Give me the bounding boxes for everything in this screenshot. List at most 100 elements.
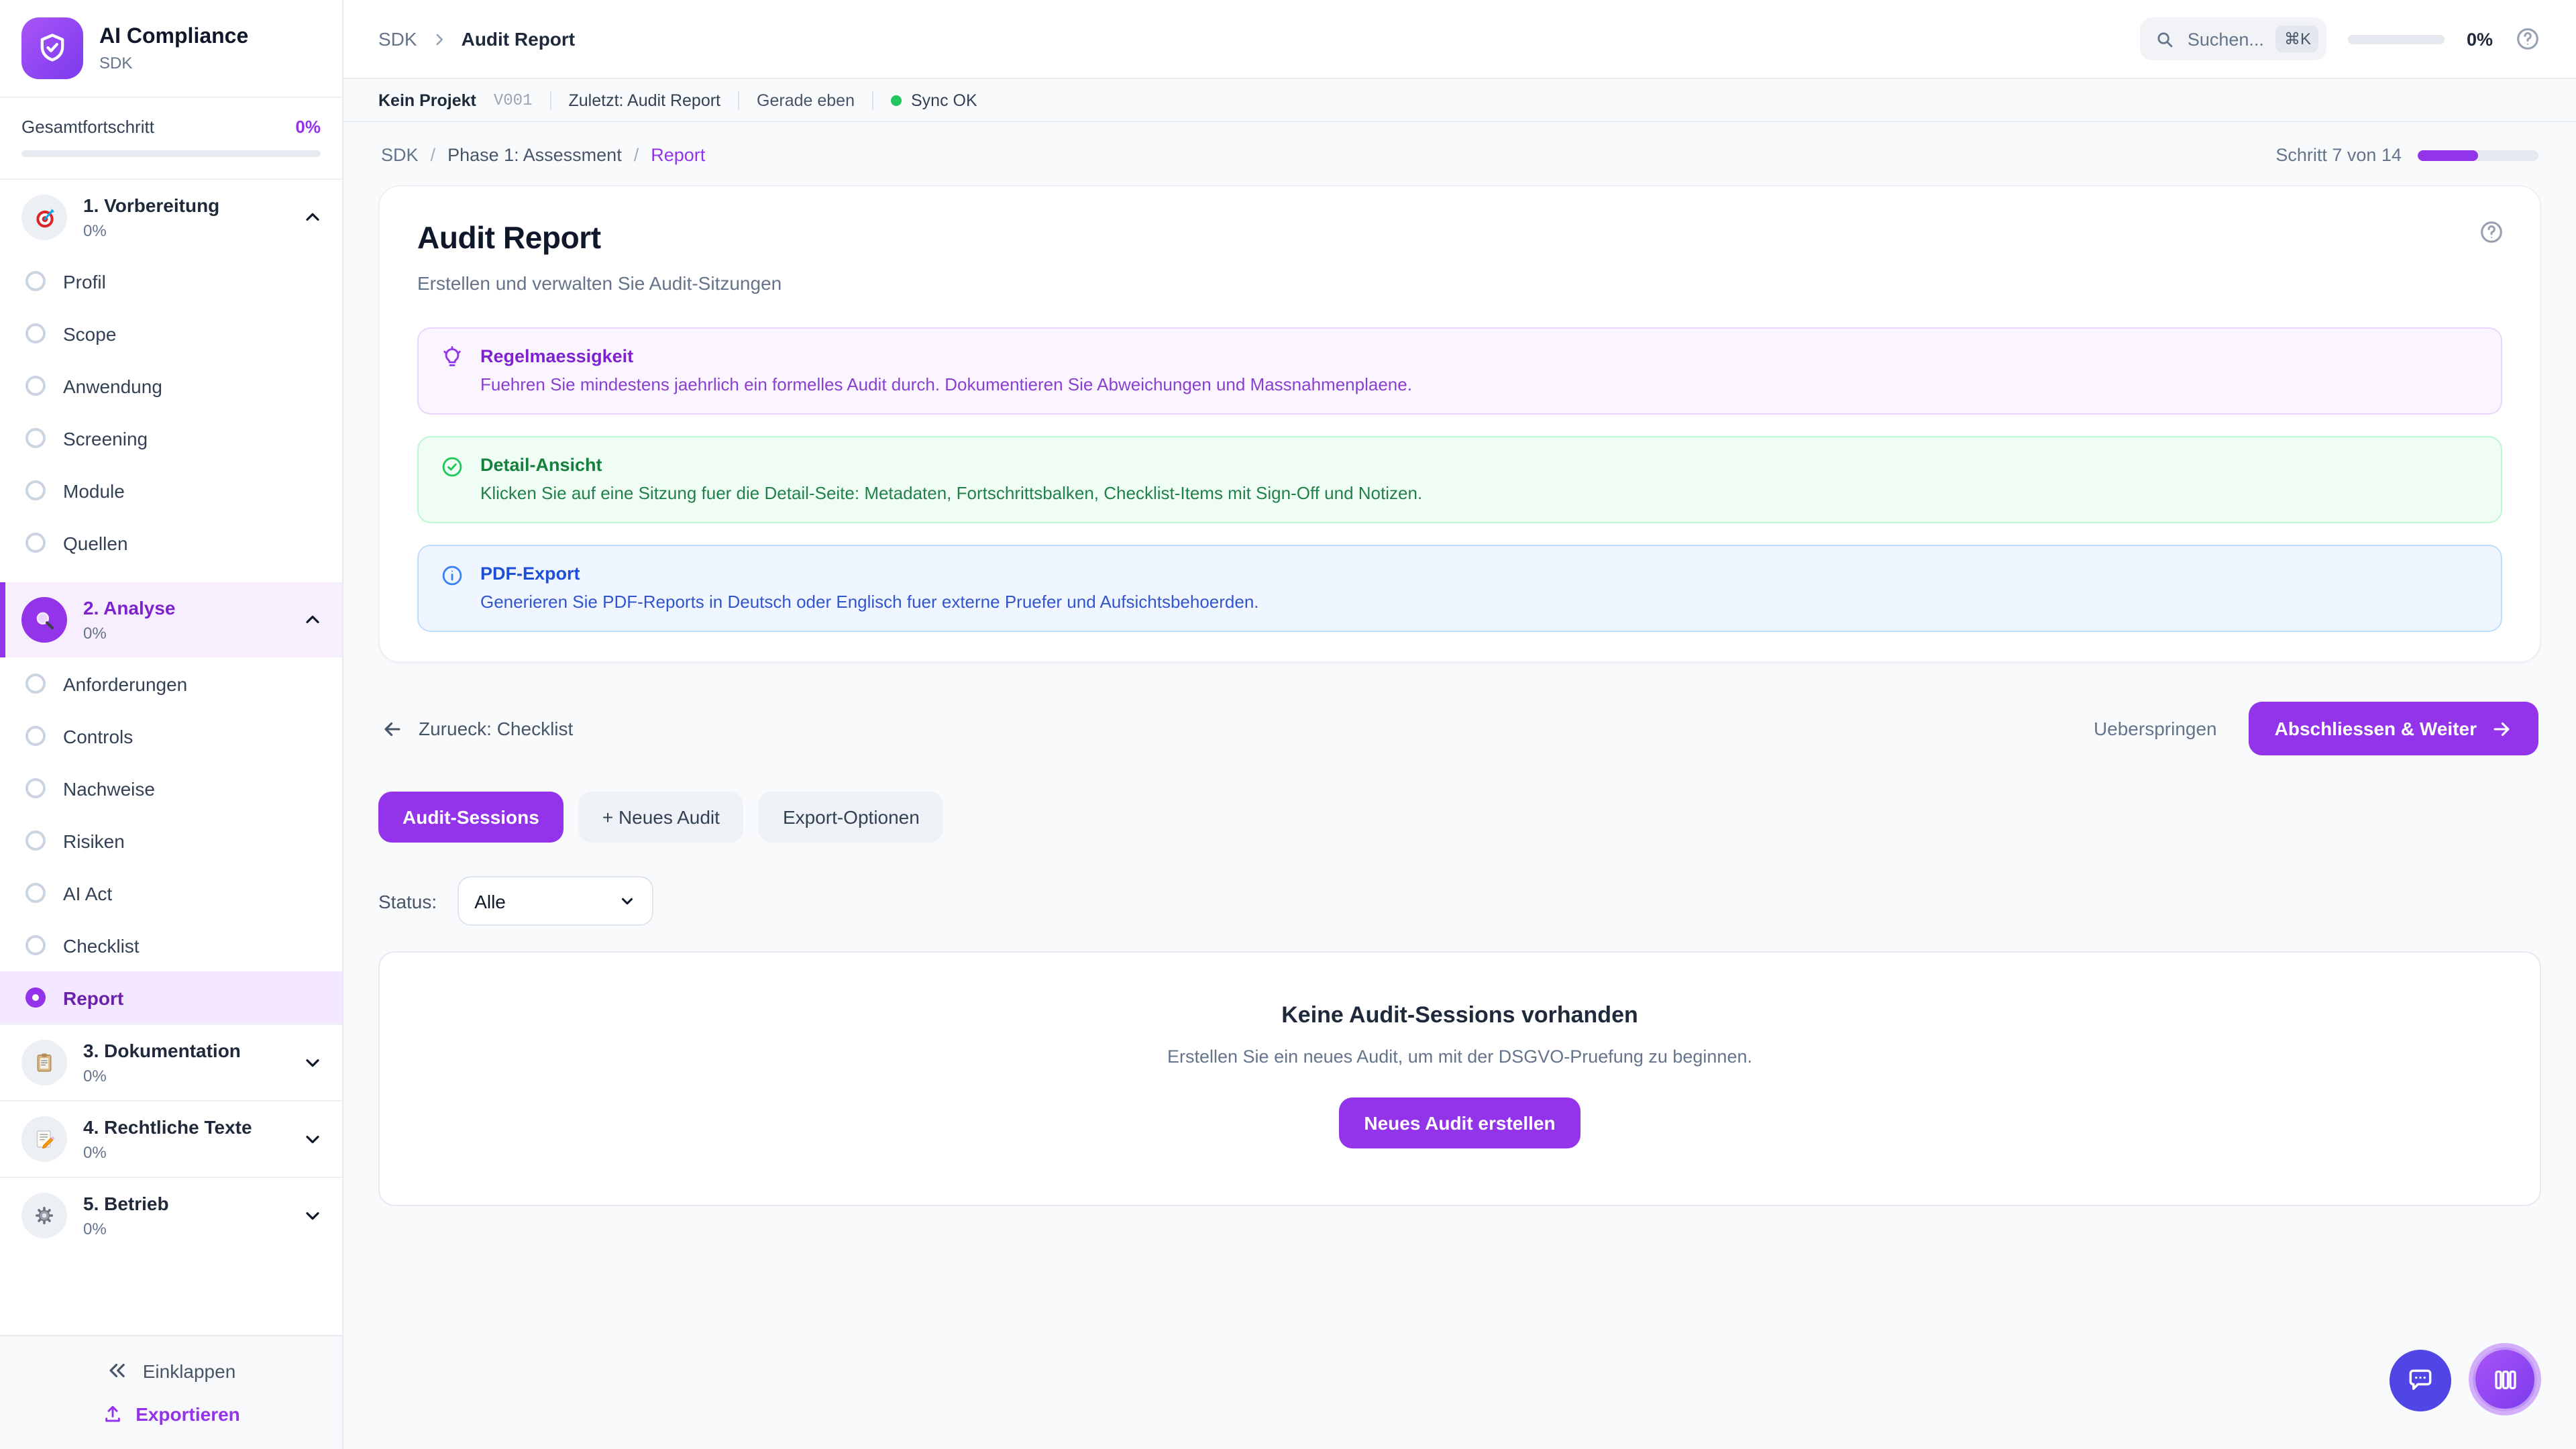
step-radio [25,323,46,343]
step-radio [25,830,46,851]
info-box-text: Fuehren Sie mindestens jaehrlich ein for… [480,374,1412,394]
target-icon [21,195,67,240]
sidebar-item-scope[interactable]: Scope [0,307,342,360]
step-progress: Schritt 7 von 14 [2275,145,2538,165]
search-placeholder: Suchen... [2188,29,2264,49]
status-filter-value: Alle [474,890,506,912]
sidebar-item-anwendung[interactable]: Anwendung [0,360,342,412]
divider [872,91,873,109]
sync-label: Sync OK [911,91,977,109]
status-filter-select[interactable]: Alle [457,876,653,926]
tab-neues-audit[interactable]: + Neues Audit [578,792,744,843]
collapse-sidebar-button[interactable]: Einklappen [21,1359,321,1382]
breadcrumb-separator: / [431,145,436,165]
board-view-fab-button[interactable] [2473,1347,2537,1411]
tab-bar: Audit-Sessions + Neues Audit Export-Opti… [378,792,2541,843]
sidebar-item-controls[interactable]: Controls [0,710,342,762]
tab-export-optionen[interactable]: Export-Optionen [759,792,944,843]
step-radio [25,674,46,694]
export-button[interactable]: Exportieren [21,1403,321,1425]
chat-bubble-icon [2406,1366,2435,1395]
sidebar-item-module[interactable]: Module [0,464,342,517]
app-logo: AI Compliance SDK [0,0,342,98]
sidebar-item-quellen[interactable]: Quellen [0,517,342,569]
sidebar: AI Compliance SDK Gesamtfortschritt 0% [0,0,343,1449]
sync-status: Sync OK [891,91,977,109]
skip-button[interactable]: Ueberspringen [2094,718,2217,739]
sidebar-item-screening[interactable]: Screening [0,412,342,464]
section-label: 1. Vorbereitung [83,195,286,217]
sync-ok-dot [891,95,902,105]
empty-state-title: Keine Audit-Sessions vorhanden [407,1002,2513,1029]
chevron-right-icon [431,30,448,48]
page-content: SDK / Phase 1: Assessment / Report Schri… [343,122,2576,1449]
main-area: SDK Audit Report Suchen... ⌘K 0% [343,0,2576,1449]
info-box-text: Klicken Sie auf eine Sitzung fuer die De… [480,483,1422,503]
breadcrumb-root[interactable]: SDK [381,145,419,165]
sidebar-section-betrieb[interactable]: 5. Betrieb 0% [0,1177,342,1253]
step-label: Schritt 7 von 14 [2275,145,2402,165]
divider [738,91,739,109]
info-box-regelmaessigkeit: Regelmaessigkeit Fuehren Sie mindestens … [417,327,2502,415]
back-button[interactable]: Zurueck: Checklist [381,717,573,740]
create-audit-button[interactable]: Neues Audit erstellen [1338,1097,1580,1148]
sidebar-section-vorbereitung[interactable]: 1. Vorbereitung 0% [0,180,342,255]
help-icon[interactable] [2514,25,2541,52]
breadcrumb-root[interactable]: SDK [378,28,417,50]
last-visited: Zuletzt: Audit Report [569,91,721,109]
sidebar-item-risiken[interactable]: Risiken [0,814,342,867]
topbar-progress-value: 0% [2467,29,2493,49]
complete-next-button[interactable]: Abschliessen & Weiter [2249,702,2538,755]
sidebar-item-nachweise[interactable]: Nachweise [0,762,342,814]
upload-icon [102,1403,123,1425]
search-input[interactable]: Suchen... ⌘K [2141,17,2327,60]
search-icon [2155,29,2176,49]
topbar-progress-bar [2349,34,2445,44]
breadcrumb-current: Audit Report [462,28,576,50]
sidebar-item-checklist[interactable]: Checklist [0,919,342,971]
sidebar-item-ai-act[interactable]: AI Act [0,867,342,919]
section-percent: 0% [83,1142,286,1161]
step-radio [25,935,46,955]
step-radio [25,778,46,798]
sidebar-nav: 1. Vorbereitung 0% Profil Scope Anwendun… [0,180,342,1335]
divider [550,91,551,109]
chevron-down-icon [302,1052,323,1073]
breadcrumb-phase[interactable]: Phase 1: Assessment [447,145,622,165]
info-box-detail-ansicht: Detail-Ansicht Klicken Sie auf eine Sitz… [417,436,2502,523]
back-label: Zurueck: Checklist [419,718,573,739]
help-icon[interactable] [2478,219,2505,246]
project-name: Kein Projekt [378,91,476,109]
check-circle-icon [440,455,464,479]
audit-report-card: Audit Report Erstellen und verwalten Sie… [378,185,2541,663]
info-box-title: PDF-Export [480,564,1259,584]
app-root: AI Compliance SDK Gesamtfortschritt 0% [0,0,2576,1449]
tab-audit-sessions[interactable]: Audit-Sessions [378,792,564,843]
breadcrumb-separator: / [634,145,639,165]
step-radio [25,883,46,903]
step-radio [25,726,46,746]
sidebar-item-profil[interactable]: Profil [0,255,342,307]
sidebar-item-report[interactable]: Report [0,971,342,1024]
sidebar-section-rechtliche-texte[interactable]: 4. Rechtliche Texte 0% [0,1100,342,1177]
memo-icon [21,1116,67,1162]
step-radio [25,533,46,553]
chat-fab-button[interactable] [2390,1350,2451,1411]
shield-check-icon [21,17,83,79]
collapse-label: Einklappen [143,1360,236,1381]
collapse-icon [107,1359,129,1382]
step-radio-active [25,987,46,1008]
overall-progress-value: 0% [295,117,321,137]
sidebar-section-dokumentation[interactable]: 3. Dokumentation 0% [0,1024,342,1100]
topbar: SDK Audit Report Suchen... ⌘K 0% [343,0,2576,79]
chevron-up-icon [302,609,323,631]
section-label: 3. Dokumentation [83,1040,286,1062]
sidebar-item-anforderungen[interactable]: Anforderungen [0,657,342,710]
overall-progress-bar [21,150,321,157]
sidebar-section-analyse[interactable]: 2. Analyse 0% [0,582,342,657]
section-percent: 0% [83,1219,286,1238]
gear-icon [21,1193,67,1238]
section-percent: 0% [83,1066,286,1085]
chevron-down-icon [302,1205,323,1226]
info-circle-icon [440,564,464,588]
